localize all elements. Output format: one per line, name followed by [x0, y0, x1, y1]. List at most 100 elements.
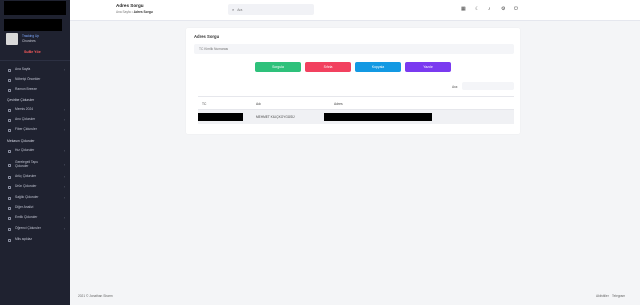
print-button[interactable]: Yazdır [405, 62, 451, 72]
sidebar-item-label: Mernis 2024 [15, 107, 34, 112]
breadcrumb: Ana Sayfa • Adres Sorgu [116, 10, 153, 14]
sidebar-item-label: Mlis açıklaz [15, 237, 33, 242]
chevron-right-icon: › [63, 175, 65, 179]
sidebar-item-label: Ürün Çiduruler [15, 184, 37, 189]
tc-input[interactable] [194, 44, 514, 54]
query-button[interactable]: Sorgula [255, 62, 301, 72]
sidebar-item-label: Hız Çiduruler [15, 148, 35, 153]
list-icon [8, 88, 11, 92]
breadcrumb-separator: • [131, 10, 133, 14]
card-title: Adres Sorgu [194, 34, 220, 39]
search-box[interactable]: ⌕ [228, 4, 314, 15]
copy-button[interactable]: Kopyala [355, 62, 401, 72]
sidebar-item-label: Arüç Çiduruler [15, 174, 37, 179]
chevron-right-icon: › [63, 118, 65, 122]
sidebar-item-ano[interactable]: Ano Çiduruler › [0, 116, 70, 124]
sidebar-item-ogrenci[interactable]: Öğrenci Çiduruler › [0, 225, 70, 233]
column-header-tc[interactable]: TC [202, 102, 206, 106]
bell-icon[interactable]: ♪ [488, 6, 491, 12]
column-header-name[interactable]: Adı [256, 102, 261, 106]
sidebar-item-label: Emlik Çiduruler [15, 215, 38, 220]
sidebar-item-label: Fiber Çiduruler [15, 127, 37, 132]
sidebar-item-label: Ana Sayfa [15, 67, 31, 72]
tc-value-redacted [198, 113, 243, 121]
sidebar-item-aruc[interactable]: Arüç Çiduruler › [0, 173, 70, 181]
user-header-redacted [4, 19, 62, 31]
sidebar-item-mlis[interactable]: Mlis açıklaz [0, 236, 70, 244]
chevron-right-icon: › [63, 68, 65, 72]
sidebar-item-ramon[interactable]: Ramon Breeze [0, 86, 70, 94]
sidebar-item-urun[interactable]: Ürün Çiduruler › [0, 183, 70, 191]
sidebar-item-ana-sayfa[interactable]: Ana Sayfa › [0, 66, 70, 74]
sidebar-section-title: Çeviribe Çiduruler [7, 98, 35, 102]
breadcrumb-home[interactable]: Ana Sayfa [116, 10, 131, 14]
name-cell: MEHMET KILIÇKOYGÜSÜ [256, 115, 295, 119]
chevron-right-icon: › [63, 128, 65, 132]
settings-icon[interactable]: ⚙ [501, 6, 505, 12]
network-icon [8, 128, 11, 132]
gauge-icon [8, 149, 11, 153]
results-table: TC Adı Adres MEHMET KILIÇKOYGÜSÜ [198, 96, 514, 124]
user-badge: SuBe Yöe [24, 50, 41, 54]
breadcrumb-current: Adres Sorgu [133, 10, 153, 14]
search-input[interactable] [237, 7, 308, 12]
filter-label: Ara: [452, 85, 459, 89]
chevron-right-icon: › [63, 196, 65, 200]
sidebar-divider [0, 60, 70, 61]
footer-link-2[interactable]: Telegram [612, 294, 625, 298]
chevron-right-icon: › [63, 185, 65, 189]
page-title: Adres Sorgu [116, 3, 144, 8]
sidebar-item-tapu[interactable]: Gerelegeli Tapu Çiduruler › [0, 159, 70, 171]
car-icon [8, 175, 11, 179]
home-icon [8, 68, 11, 72]
reset-button[interactable]: Sıfırla [305, 62, 351, 72]
table-row[interactable]: MEHMET KILIÇKOYGÜSÜ [198, 110, 514, 124]
sidebar-item-hiz[interactable]: Hız Çiduruler › [0, 147, 70, 155]
document-icon [8, 163, 11, 167]
box-icon [8, 185, 11, 189]
topbar [70, 0, 640, 21]
sidebar-item-saglik[interactable]: Sağlık Çiduruler › [0, 194, 70, 202]
chevron-right-icon: › [63, 227, 65, 231]
sidebar-item-label: Ano Çiduruler [15, 117, 36, 122]
moon-icon[interactable]: ☾ [475, 6, 479, 12]
building-icon [8, 216, 11, 220]
info-icon [8, 238, 11, 242]
brand-logo-redacted [4, 1, 66, 15]
search-icon: ⌕ [232, 7, 235, 12]
grid-icon[interactable]: ▦ [461, 6, 466, 12]
chevron-right-icon: › [63, 108, 65, 112]
filter-input[interactable] [462, 82, 514, 90]
sidebar-item-diger[interactable]: Diğer Analizi [0, 204, 70, 212]
sidebar-item-fiber[interactable]: Fiber Çiduruler › [0, 126, 70, 134]
user-status: Tracking Up [22, 34, 40, 38]
sidebar-item-label: Gerelegeli Tapu Çiduruler [15, 160, 39, 168]
id-card-icon [8, 108, 11, 112]
sidebar-item-label: Ramon Breeze [15, 87, 37, 92]
sidebar: Tracking Up Churches SuBe Yöe Ana Sayfa … [0, 0, 70, 305]
sidebar-item-nobetci[interactable]: Nöbetçi Öncekler [0, 76, 70, 84]
column-header-address[interactable]: Adres [334, 102, 343, 106]
list-icon [8, 78, 11, 82]
chart-icon [8, 206, 11, 210]
query-card: Adres Sorgu Sorgula Sıfırla Kopyala Yazd… [186, 28, 520, 134]
sidebar-item-label: Nöbetçi Öncekler [15, 77, 41, 82]
avatar[interactable] [6, 33, 18, 45]
table-header: TC Adı Adres [198, 96, 514, 110]
sidebar-item-mernis[interactable]: Mernis 2024 › [0, 106, 70, 114]
address-value-redacted [324, 113, 432, 121]
graduation-icon [8, 227, 11, 231]
user-icon [8, 118, 11, 122]
sidebar-item-label: Öğrenci Çiduruler [15, 226, 41, 231]
sidebar-item-label: Sağlık Çiduruler [15, 195, 39, 200]
footer-link-1[interactable]: Aktivitiler [596, 294, 609, 298]
user-name: Churches [22, 39, 36, 43]
sidebar-section-title: Mekasın Çiduruler [7, 139, 35, 143]
footer-copyright: 2021 © Jonathan Sharm [78, 294, 113, 298]
sidebar-item-label: Diğer Analizi [15, 205, 34, 210]
chevron-right-icon: › [63, 163, 65, 167]
heart-icon [8, 196, 11, 200]
chevron-right-icon: › [63, 149, 65, 153]
power-icon[interactable]: ⏻ [514, 6, 518, 12]
sidebar-item-emlik[interactable]: Emlik Çiduruler › [0, 214, 70, 222]
